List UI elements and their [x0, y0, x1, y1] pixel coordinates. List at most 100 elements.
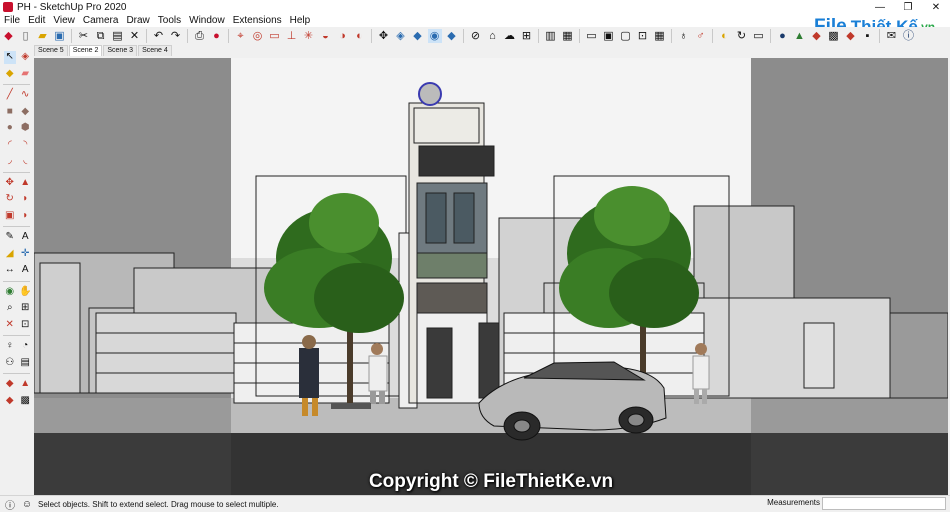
- cut-icon[interactable]: ✂: [77, 29, 91, 43]
- zoom-window-icon[interactable]: ⊞: [19, 302, 32, 315]
- tab-scene-4[interactable]: Scene 4: [138, 45, 172, 56]
- display-section-icon[interactable]: ●: [776, 29, 790, 43]
- layout-tool-icon[interactable]: ▩: [19, 394, 32, 407]
- rotate-icon[interactable]: ◈: [394, 29, 408, 43]
- tape-measure-icon[interactable]: ✎: [4, 231, 17, 244]
- zoom-extents-tool-icon[interactable]: ✕: [4, 318, 17, 331]
- layout-icon[interactable]: ▩: [827, 29, 841, 43]
- zoom-icon[interactable]: ⊘: [469, 29, 483, 43]
- menu-camera[interactable]: Camera: [79, 15, 123, 26]
- follow-me-icon[interactable]: ◗: [19, 193, 32, 206]
- open-icon[interactable]: ▰: [36, 29, 50, 43]
- walk-icon[interactable]: ⚇: [4, 356, 17, 369]
- 3d-warehouse-icon[interactable]: ▲: [793, 29, 807, 43]
- zoom-extents-icon[interactable]: ⌂: [486, 29, 500, 43]
- info-icon[interactable]: ⓘ: [902, 29, 916, 43]
- close-button[interactable]: ✕: [922, 0, 950, 14]
- pie-icon[interactable]: ◟: [19, 155, 32, 168]
- info-circle-icon[interactable]: ⓘ: [3, 498, 17, 512]
- previous-view-icon[interactable]: ⊡: [19, 318, 32, 331]
- section-tool-icon[interactable]: ▤: [19, 356, 32, 369]
- extension-tool-icon[interactable]: ◆: [4, 394, 17, 407]
- two-point-arc-icon[interactable]: ◝: [19, 138, 32, 151]
- back-icon[interactable]: ◐: [718, 29, 732, 43]
- paint-icon[interactable]: ◎: [251, 29, 265, 43]
- x-ray-icon[interactable]: ☁: [503, 29, 517, 43]
- component-icon[interactable]: ◈: [19, 51, 32, 64]
- section-plane-icon[interactable]: ▭: [752, 29, 766, 43]
- paste-icon[interactable]: ▤: [111, 29, 125, 43]
- line-icon[interactable]: ✳: [302, 29, 316, 43]
- move-tool-icon[interactable]: ✥: [4, 176, 17, 189]
- circle-icon[interactable]: ◒: [319, 29, 333, 43]
- model-viewport[interactable]: Copyright © FileThietKe.vn: [34, 58, 948, 495]
- shaded-icon[interactable]: ▭: [585, 29, 599, 43]
- new-icon[interactable]: ▯: [19, 29, 33, 43]
- redo-icon[interactable]: ↷: [169, 29, 183, 43]
- text-icon[interactable]: A: [19, 231, 32, 244]
- warehouse-tool-icon[interactable]: ◆: [4, 378, 17, 391]
- tab-scene-5[interactable]: Scene 5: [34, 45, 68, 56]
- getting-started-icon[interactable]: ◆: [2, 29, 16, 43]
- menu-extensions[interactable]: Extensions: [229, 15, 286, 26]
- mail-icon[interactable]: ✉: [885, 29, 899, 43]
- monochrome-icon[interactable]: ▢: [619, 29, 633, 43]
- look-around-icon[interactable]: ◔: [19, 340, 32, 353]
- model-info-icon[interactable]: ●: [210, 29, 224, 43]
- circle-tool-icon[interactable]: ●: [4, 122, 17, 135]
- wireframe-icon[interactable]: ▥: [544, 29, 558, 43]
- eraser-icon[interactable]: ▭: [268, 29, 282, 43]
- arc-icon[interactable]: ◑: [336, 29, 350, 43]
- axes-icon[interactable]: ✛: [19, 247, 32, 260]
- move-icon[interactable]: ✥: [377, 29, 391, 43]
- dimension-icon[interactable]: ↔: [4, 264, 17, 277]
- position-camera-icon[interactable]: ♀: [4, 340, 17, 353]
- select-icon[interactable]: ⌖: [234, 29, 248, 43]
- ruby-console-icon[interactable]: ▪: [861, 29, 875, 43]
- hidden-line-icon[interactable]: ▦: [561, 29, 575, 43]
- line-tool-icon[interactable]: ╱: [4, 89, 17, 102]
- push-pull-tool-icon[interactable]: ▲: [19, 176, 32, 189]
- front-icon[interactable]: ♁: [677, 29, 691, 43]
- menu-draw[interactable]: Draw: [122, 15, 153, 26]
- paint-bucket-icon[interactable]: ◆: [4, 67, 17, 80]
- three-point-arc-icon[interactable]: ◞: [4, 155, 17, 168]
- push-pull-icon[interactable]: ◐: [353, 29, 367, 43]
- user-icon[interactable]: ☺: [20, 498, 34, 510]
- share-model-icon[interactable]: ▲: [19, 378, 32, 391]
- rectangle-tool-icon[interactable]: ■: [4, 105, 17, 118]
- menu-view[interactable]: View: [49, 15, 79, 26]
- freehand-icon[interactable]: ∿: [19, 89, 32, 102]
- minimize-button[interactable]: —: [866, 0, 894, 14]
- rotated-rect-icon[interactable]: ◆: [19, 105, 32, 118]
- orbit-tool-icon[interactable]: ◉: [4, 285, 17, 298]
- textured-icon[interactable]: ▣: [602, 29, 616, 43]
- zoom-tool-icon[interactable]: ⌕: [4, 302, 17, 315]
- tab-scene-3[interactable]: Scene 3: [103, 45, 138, 56]
- iso-icon[interactable]: ⊡: [636, 29, 650, 43]
- save-icon[interactable]: ▣: [53, 29, 67, 43]
- left-icon[interactable]: ↻: [735, 29, 749, 43]
- extension-warehouse-icon[interactable]: ◆: [810, 29, 824, 43]
- orbit-icon[interactable]: ◉: [427, 29, 442, 43]
- polygon-icon[interactable]: ⬢: [19, 122, 32, 135]
- protractor-icon[interactable]: ◢: [4, 247, 17, 260]
- arc-tool-icon[interactable]: ◜: [4, 138, 17, 151]
- right-icon[interactable]: ♂: [694, 29, 708, 43]
- menu-tools[interactable]: Tools: [154, 15, 185, 26]
- rectangle-icon[interactable]: ⊥: [285, 29, 299, 43]
- restore-button[interactable]: ❐: [894, 0, 922, 14]
- top-icon[interactable]: ▦: [653, 29, 667, 43]
- select-tool-icon[interactable]: ↖: [3, 50, 16, 64]
- measurements-input[interactable]: [822, 497, 946, 510]
- ruby-icon[interactable]: ◆: [844, 29, 858, 43]
- erase-icon[interactable]: ✕: [128, 29, 142, 43]
- print-icon[interactable]: ⎙: [193, 29, 207, 43]
- undo-icon[interactable]: ↶: [152, 29, 166, 43]
- menu-help[interactable]: Help: [286, 15, 315, 26]
- 3d-text-icon[interactable]: A: [19, 264, 32, 277]
- copy-icon[interactable]: ⧉: [94, 29, 108, 43]
- menu-window[interactable]: Window: [185, 15, 229, 26]
- scale-tool-icon[interactable]: ▣: [4, 209, 17, 222]
- pan-tool-icon[interactable]: ✋: [19, 285, 32, 298]
